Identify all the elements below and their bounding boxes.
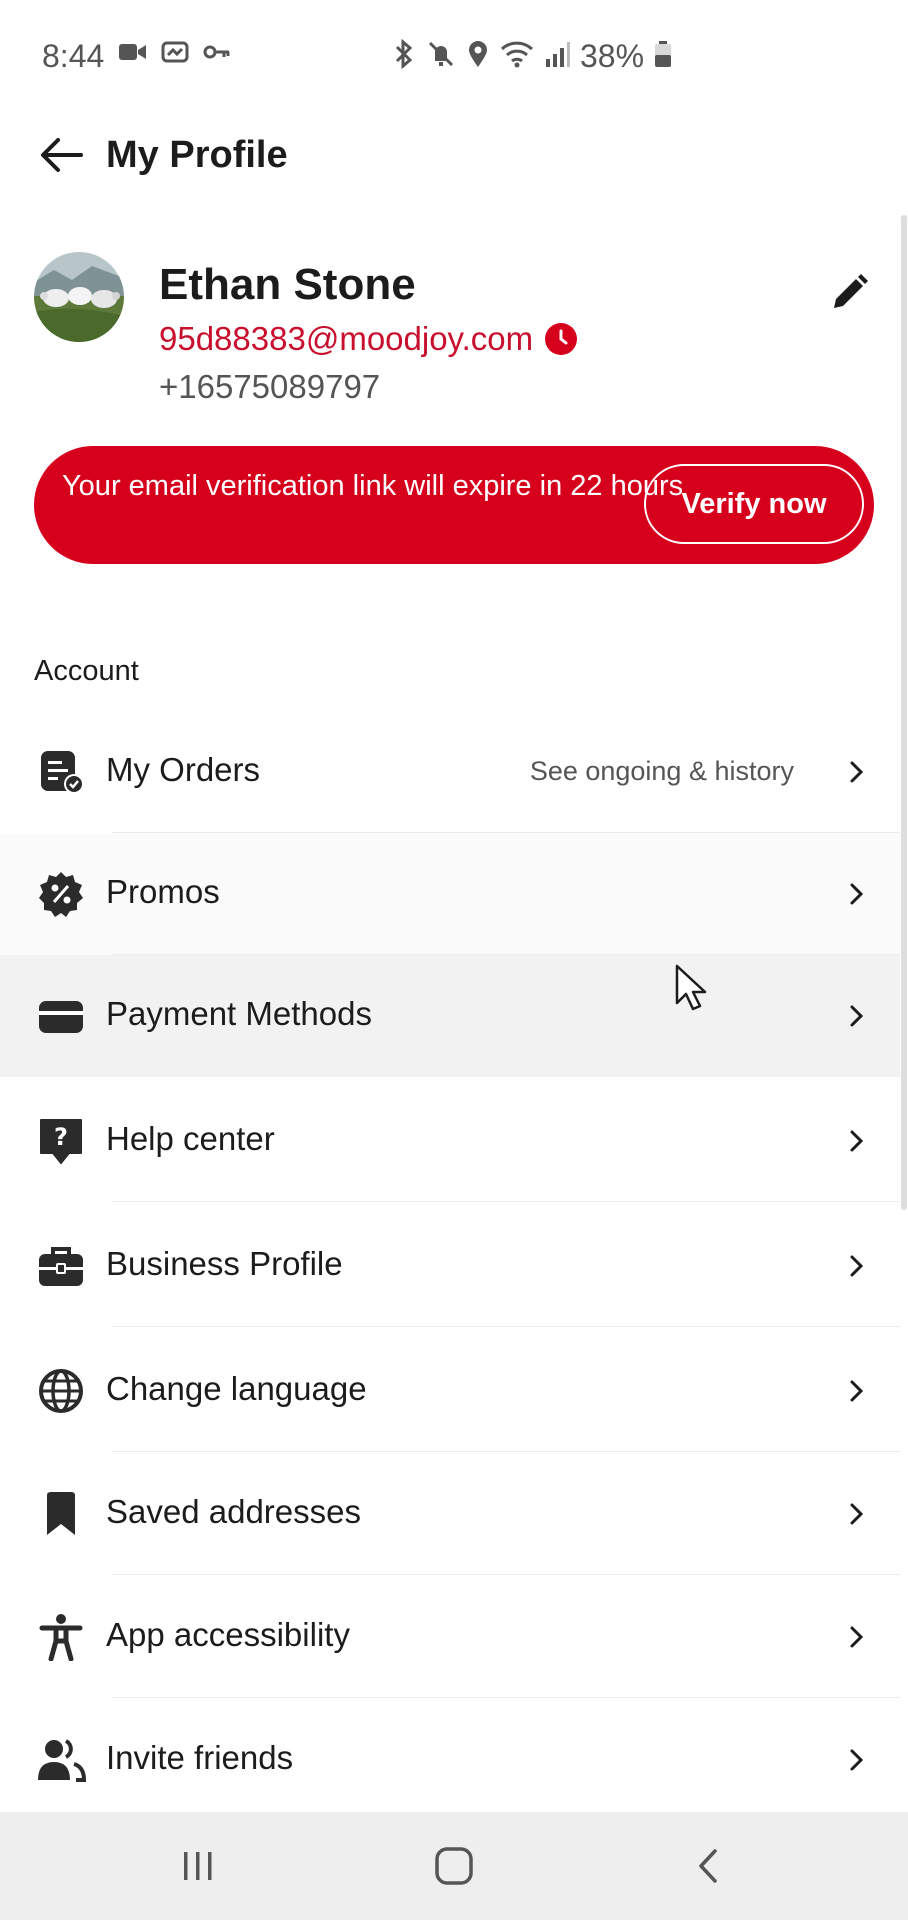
menu-item-label: Invite friends xyxy=(106,1739,294,1776)
wallet-icon xyxy=(36,991,86,1041)
profile-email: 95d88383@moodjoy.com xyxy=(159,320,534,357)
mute-icon xyxy=(426,39,456,74)
menu-item-label: Saved addresses xyxy=(106,1493,361,1530)
menu-item-invite-friends[interactable]: Invite friends xyxy=(0,1699,900,1821)
chevron-right-icon xyxy=(840,1620,874,1654)
menu-item-my-orders[interactable]: My Orders See ongoing & history xyxy=(0,711,900,833)
banner-message: Your email verification link will expire… xyxy=(62,470,684,502)
chevron-right-icon xyxy=(840,1374,874,1408)
menu-item-sub: See ongoing & history xyxy=(529,756,794,786)
chevron-right-icon xyxy=(840,999,874,1033)
orders-icon xyxy=(36,747,86,797)
avatar[interactable] xyxy=(34,252,124,342)
divider xyxy=(112,1201,900,1202)
divider xyxy=(112,1451,900,1452)
briefcase-icon xyxy=(36,1241,86,1291)
help-icon: ? xyxy=(36,1116,86,1166)
email-verification-banner: Your email verification link will expire… xyxy=(34,446,874,564)
bookmark-icon xyxy=(36,1489,86,1539)
battery-level: 38% xyxy=(580,38,645,74)
menu-item-payment-methods[interactable]: Payment Methods xyxy=(0,955,900,1077)
signal-icon xyxy=(544,39,570,74)
menu-item-label: Change language xyxy=(106,1370,367,1407)
chevron-right-icon xyxy=(840,1743,874,1777)
section-title-account: Account xyxy=(34,655,139,687)
menu-item-label: My Orders xyxy=(106,751,261,788)
menu-item-label: Business Profile xyxy=(106,1245,343,1282)
back-arrow-icon xyxy=(41,138,83,172)
status-time: 8:44 xyxy=(42,38,105,74)
bluetooth-icon xyxy=(392,38,416,74)
chevron-right-icon xyxy=(840,1497,874,1531)
page-title: My Profile xyxy=(106,134,288,176)
verify-now-button[interactable]: Verify now xyxy=(644,464,864,544)
key-icon xyxy=(202,40,232,69)
divider xyxy=(112,1326,900,1327)
edit-profile-button[interactable] xyxy=(826,268,874,316)
accessibility-icon xyxy=(36,1612,86,1662)
status-left-icons xyxy=(118,40,232,69)
pencil-icon xyxy=(834,274,868,308)
menu-item-app-accessibility[interactable]: App accessibility xyxy=(0,1576,900,1698)
menu-item-promos[interactable]: Promos xyxy=(0,833,900,955)
svg-text:?: ? xyxy=(54,1123,68,1151)
menu-item-change-language[interactable]: Change language xyxy=(0,1330,900,1452)
location-icon xyxy=(466,39,490,74)
friends-icon xyxy=(36,1735,86,1785)
video-icon xyxy=(118,40,148,69)
system-nav-bar xyxy=(0,1812,908,1920)
back-icon xyxy=(699,1849,717,1883)
status-bar: 8:44 38% xyxy=(0,0,908,112)
clock-icon xyxy=(545,323,578,355)
home-button[interactable] xyxy=(424,1836,484,1896)
profile-email-row: 95d88383@moodjoy.com xyxy=(159,320,578,358)
promo-icon xyxy=(36,869,86,919)
menu-item-saved-addresses[interactable]: Saved addresses xyxy=(0,1453,900,1575)
home-icon xyxy=(435,1847,473,1885)
divider xyxy=(112,1574,900,1575)
divider xyxy=(112,1697,900,1698)
menu-item-help-center[interactable]: ? Help center xyxy=(0,1080,900,1202)
profile-phone: +16575089797 xyxy=(159,368,381,405)
menu-item-label: Payment Methods xyxy=(106,995,372,1032)
chevron-right-icon xyxy=(840,877,874,911)
globe-icon xyxy=(36,1366,86,1416)
battery-icon xyxy=(654,39,672,74)
menu-item-business-profile[interactable]: Business Profile xyxy=(0,1205,900,1327)
cast-icon xyxy=(160,40,190,69)
recent-apps-button[interactable] xyxy=(168,1836,228,1896)
menu-item-label: Help center xyxy=(106,1120,275,1157)
system-back-button[interactable] xyxy=(678,1836,738,1896)
status-right-icons: 38% xyxy=(392,38,672,75)
app-header: My Profile xyxy=(0,112,908,202)
menu-item-label: App accessibility xyxy=(106,1616,350,1653)
scrollbar[interactable] xyxy=(901,215,907,1210)
wifi-icon xyxy=(500,39,534,74)
chevron-right-icon xyxy=(840,755,874,789)
profile-name: Ethan Stone xyxy=(159,260,416,309)
chevron-right-icon xyxy=(840,1249,874,1283)
recent-apps-icon xyxy=(184,1852,212,1880)
mouse-cursor-icon xyxy=(674,963,710,1018)
chevron-right-icon xyxy=(840,1124,874,1158)
back-button[interactable] xyxy=(36,130,86,180)
menu-item-label: Promos xyxy=(106,873,220,910)
